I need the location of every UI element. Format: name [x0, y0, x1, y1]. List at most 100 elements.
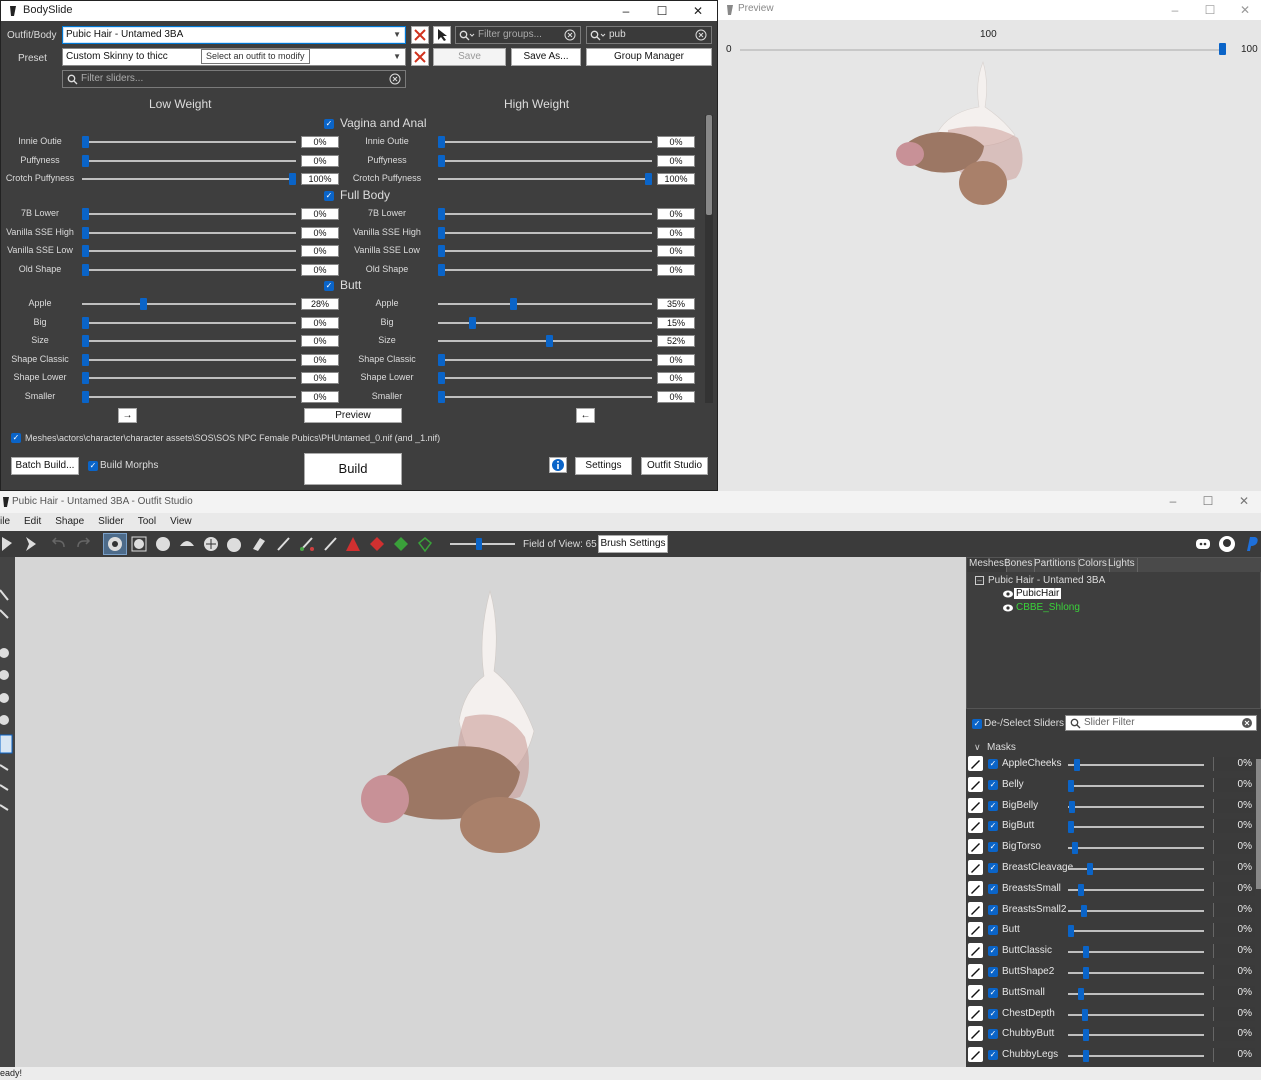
slider-value-high[interactable]: 0% [657, 353, 695, 366]
slider-thumb[interactable] [1074, 759, 1081, 771]
slider-row[interactable]: ✓ ButtClassic 0% [966, 941, 1258, 961]
slider-track-high[interactable] [438, 377, 652, 379]
paypal-icon[interactable] [1242, 535, 1260, 553]
mesh-item-pubichair[interactable]: PubicHair [1014, 588, 1062, 599]
slider-checkbox[interactable]: ✓ [988, 925, 998, 936]
slider-value-high[interactable]: 0% [657, 136, 695, 148]
info-button[interactable] [549, 457, 567, 473]
undo-icon[interactable] [50, 535, 68, 553]
slider-track[interactable] [1068, 1013, 1204, 1016]
slider-value-low[interactable]: 100% [301, 173, 339, 185]
tab-lights[interactable]: Lights [1106, 558, 1138, 572]
menu-item[interactable]: Tool [138, 516, 156, 527]
outfit-studio-button[interactable]: Outfit Studio [641, 457, 708, 475]
fov-slider-track[interactable] [450, 543, 515, 545]
slider-track-high[interactable] [438, 231, 652, 234]
slider-track-low[interactable] [82, 213, 296, 215]
slider-track[interactable] [1068, 888, 1204, 891]
github-icon[interactable] [1218, 535, 1236, 553]
slider-thumb-high[interactable] [438, 390, 445, 403]
preview-close-button[interactable]: ✕ [1228, 0, 1261, 20]
slider-value-low[interactable]: 0% [301, 245, 339, 257]
fov-slider-thumb[interactable] [476, 538, 482, 550]
menu-item[interactable]: Edit [24, 516, 41, 527]
collapse-vertex-icon[interactable] [344, 535, 362, 553]
slider-track[interactable] [1068, 784, 1204, 787]
mask-brush-icon[interactable] [106, 535, 124, 553]
slider-value-high[interactable]: 52% [657, 335, 695, 347]
slider-row[interactable]: ✓ BigBelly 0% [966, 796, 1258, 816]
slider-thumb[interactable] [1083, 967, 1090, 979]
edit-slider-button[interactable] [968, 818, 983, 834]
edit-slider-button[interactable] [968, 1005, 983, 1021]
output-path-checkbox[interactable]: ✓ [11, 433, 21, 443]
edit-slider-button[interactable] [968, 880, 983, 896]
slider-thumb[interactable] [1087, 863, 1094, 875]
sliders-scrollbar-thumb[interactable] [1256, 759, 1261, 889]
slider-value[interactable]: 0% [1213, 840, 1255, 855]
slider-thumb-low[interactable] [82, 154, 89, 167]
slider-value[interactable]: 0% [1213, 757, 1255, 771]
slider-row[interactable]: ✓ ButtSmall 0% [966, 983, 1258, 1003]
slider-track-low[interactable] [82, 377, 296, 379]
slider-filter-input[interactable]: Slider Filter [1065, 715, 1257, 731]
slider-checkbox[interactable]: ✓ [988, 967, 998, 977]
slider-value-low[interactable]: 0% [301, 335, 339, 347]
slider-row[interactable]: ✓ ButtShape2 0% [966, 962, 1258, 982]
slider-thumb-low[interactable] [82, 353, 89, 366]
slider-scrollbar[interactable] [705, 115, 713, 403]
discord-icon[interactable] [1194, 535, 1212, 553]
slider-row[interactable]: ✓ ChestDepth 0% [966, 1004, 1258, 1024]
slider-row[interactable]: ✓ AppleCheeks 0% [966, 754, 1258, 774]
edit-slider-button[interactable] [968, 943, 983, 959]
slider-row[interactable]: ✓ Belly 0% [966, 775, 1258, 795]
slider-track[interactable] [1068, 764, 1204, 766]
split-edge-icon[interactable] [392, 535, 410, 553]
slider-value-high[interactable]: 100% [657, 173, 695, 185]
slider-thumb-high[interactable] [438, 353, 445, 366]
tab-partitions[interactable]: Partitions [1032, 558, 1079, 572]
slider-thumb-low[interactable] [82, 263, 89, 276]
menu-item[interactable]: View [170, 516, 192, 527]
slider-value-high[interactable]: 0% [657, 390, 695, 403]
slider-thumb-low[interactable] [139, 298, 147, 310]
slider-thumb[interactable] [1069, 800, 1076, 813]
build-morphs-checkbox[interactable]: ✓ [88, 461, 98, 471]
slider-value[interactable]: 0% [1213, 923, 1255, 938]
slider-thumb[interactable] [1082, 1008, 1089, 1021]
slider-value[interactable]: 0% [1213, 944, 1255, 959]
studio-maximize-button[interactable]: ☐ [1191, 491, 1225, 511]
edit-slider-button[interactable] [968, 922, 983, 938]
slider-row[interactable]: ✓ BreastCleavage 0% [966, 858, 1258, 878]
slider-value-high[interactable]: 0% [657, 245, 695, 257]
section-checkbox[interactable]: ✓ [324, 119, 334, 129]
slider-value-low[interactable]: 28% [301, 298, 339, 310]
move-vertex-icon[interactable] [416, 535, 434, 553]
slider-value-low[interactable]: 0% [301, 390, 339, 403]
slider-value[interactable]: 0% [1213, 861, 1255, 875]
slider-track-high[interactable] [438, 141, 652, 143]
slider-value[interactable]: 0% [1213, 1048, 1255, 1063]
slider-value-high[interactable]: 0% [657, 226, 695, 239]
slider-thumb[interactable] [1068, 779, 1074, 792]
slider-track-high[interactable] [438, 250, 652, 252]
slider-checkbox[interactable]: ✓ [988, 842, 998, 853]
slider-track[interactable] [1068, 992, 1204, 995]
edit-slider-button[interactable] [968, 1026, 983, 1042]
slider-row[interactable]: ✓ BigButt 0% [966, 816, 1258, 836]
slider-thumb-high[interactable] [438, 226, 445, 239]
flip-edge-icon[interactable] [368, 535, 386, 553]
slider-track-high[interactable] [438, 213, 652, 215]
slider-track[interactable] [1068, 805, 1204, 808]
tab-colors[interactable]: Colors [1076, 558, 1110, 572]
slider-thumb[interactable] [1068, 821, 1074, 834]
slider-value[interactable]: 0% [1213, 819, 1255, 834]
color-brush-icon[interactable] [298, 535, 316, 553]
slider-thumb-low[interactable] [82, 316, 89, 329]
slider-thumb-high[interactable] [645, 173, 652, 185]
redo-icon[interactable] [74, 535, 92, 553]
alpha-brush-icon[interactable] [322, 535, 340, 553]
slider-value[interactable]: 0% [1213, 1006, 1255, 1021]
slider-row[interactable]: ✓ ChubbyButt 0% [966, 1024, 1258, 1044]
slider-checkbox[interactable]: ✓ [988, 800, 998, 811]
